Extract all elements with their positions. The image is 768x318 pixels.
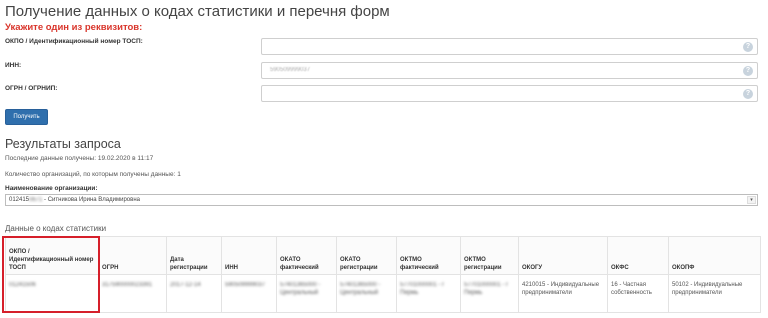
column-header-okopf: ОКОПФ bbox=[668, 236, 761, 275]
column-header-reg-date: Дата регистрации bbox=[166, 236, 222, 275]
cell-okopf: 50102 - Индивидуальные предприниматели bbox=[668, 274, 761, 313]
org-name-label: Наименование организации: bbox=[5, 185, 98, 192]
inn-row: ИНН: 590509999037 ? bbox=[5, 62, 758, 82]
table-header-row: ОКПО / Идентификационный номер ТОСП ОГРН… bbox=[5, 236, 761, 275]
org-select[interactable]: 0124150671 - Ситникова Ирина Владимировн… bbox=[5, 194, 758, 206]
column-header-okato-reg: ОКАТО регистрации bbox=[336, 236, 397, 275]
cell-okato-fact: 57401365000 - Центральный bbox=[276, 274, 337, 313]
column-header-oktmo-reg: ОКТМО регистрации bbox=[460, 236, 519, 275]
last-received-text: Последние данные получены: 19.02.2020 в … bbox=[5, 155, 154, 162]
okpo-input[interactable]: ? bbox=[261, 38, 758, 55]
cell-oktmo-fact: 57701000001 - г Пермь bbox=[396, 274, 461, 313]
stats-table: ОКПО / Идентификационный номер ТОСП ОГРН… bbox=[5, 236, 761, 313]
column-header-oktmo-fact: ОКТМО фактический bbox=[396, 236, 461, 275]
cell-oktmo-reg: 57701000001 - г Пермь bbox=[460, 274, 519, 313]
org-select-prefix: 012415 bbox=[9, 197, 30, 203]
cell-okfs: 16 - Частная собственность bbox=[607, 274, 669, 313]
help-icon[interactable]: ? bbox=[743, 66, 753, 76]
column-header-okato-fact: ОКАТО фактический bbox=[276, 236, 337, 275]
org-select-masked: 0671 bbox=[29, 197, 43, 203]
cell-ogrn: 317590000023391 bbox=[98, 274, 167, 313]
org-count-text: Количество организаций, по которым получ… bbox=[5, 171, 181, 178]
column-header-ogrn: ОГРН bbox=[98, 236, 167, 275]
chevron-down-icon[interactable]: ▾ bbox=[747, 196, 756, 204]
stats-title: Данные о кодах статистики bbox=[5, 224, 107, 233]
cell-okato-reg: 57401365000 - Центральный bbox=[336, 274, 397, 313]
okpo-label: ОКПО / Идентификационный номер ТОСП: bbox=[5, 38, 143, 45]
ogrn-input[interactable]: ? bbox=[261, 85, 758, 102]
okpo-row: ОКПО / Идентификационный номер ТОСП: ? bbox=[5, 38, 758, 58]
results-title: Результаты запроса bbox=[5, 137, 121, 151]
ogrn-label: ОГРН / ОГРНИП: bbox=[5, 85, 58, 92]
hint-text: Укажите один из реквизитов: bbox=[5, 22, 143, 33]
ogrn-row: ОГРН / ОГРНИП: ? bbox=[5, 85, 758, 105]
help-icon[interactable]: ? bbox=[743, 89, 753, 99]
org-select-value: 0124150671 - Ситникова Ирина Владимировн… bbox=[9, 197, 140, 203]
inn-input-value: 590509999037 bbox=[270, 67, 311, 73]
cell-okogu: 4210015 - Индивидуальные предприниматели bbox=[518, 274, 608, 313]
org-select-suffix: - Ситникова Ирина Владимировна bbox=[42, 197, 140, 203]
column-header-inn: ИНН bbox=[221, 236, 277, 275]
page-title: Получение данных о кодах статистики и пе… bbox=[5, 3, 390, 20]
highlight-box bbox=[2, 236, 100, 313]
inn-input[interactable]: 590509999037 ? bbox=[261, 62, 758, 79]
cell-reg-date: 2017-12-14 bbox=[166, 274, 222, 313]
inn-label: ИНН: bbox=[5, 62, 22, 69]
cell-inn: 590509999037 bbox=[221, 274, 277, 313]
table-row: 01241506 317590000023391 2017-12-14 5905… bbox=[5, 274, 761, 313]
help-icon[interactable]: ? bbox=[743, 42, 753, 52]
submit-button[interactable]: Получить bbox=[5, 109, 48, 125]
column-header-okogu: ОКОГУ bbox=[518, 236, 608, 275]
column-header-okfs: ОКФС bbox=[607, 236, 669, 275]
